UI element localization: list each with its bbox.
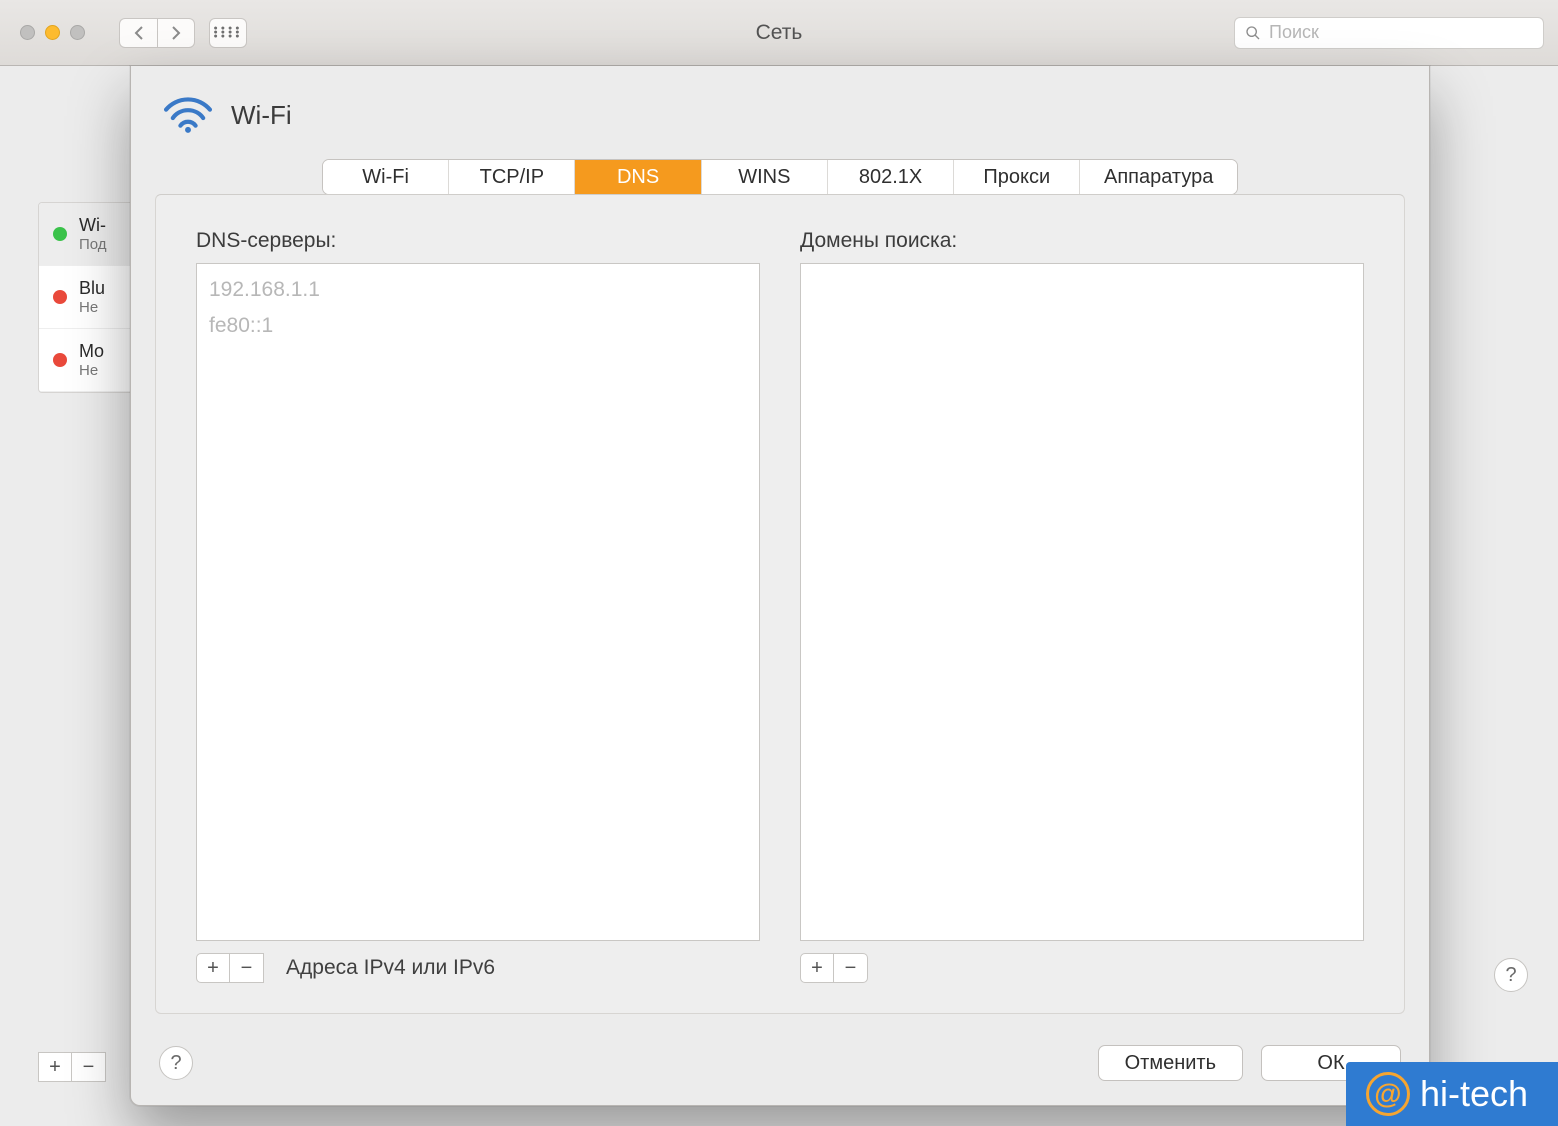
search-field[interactable] — [1234, 17, 1544, 49]
sidebar-item-name: Blu — [79, 278, 105, 299]
status-dot-icon — [53, 290, 67, 304]
dns-servers-controls: + − Адреса IPv4 или IPv6 — [196, 953, 760, 983]
dns-server-entry[interactable]: fe80::1 — [209, 308, 747, 344]
status-dot-icon — [53, 227, 67, 241]
sidebar-item-sub: Не — [79, 299, 105, 316]
minimize-window-button[interactable] — [45, 25, 60, 40]
sidebar-item-name: Wi- — [79, 215, 107, 236]
tab-wifi[interactable]: Wi-Fi — [323, 160, 449, 194]
watermark: @ hi-tech — [1346, 1062, 1558, 1126]
grid-icon: ●●●●●●●●●●●● — [214, 27, 243, 39]
forward-button[interactable] — [157, 18, 195, 48]
dns-servers-hint: Адреса IPv4 или IPv6 — [286, 956, 495, 980]
close-window-button[interactable] — [20, 25, 35, 40]
search-domains-label: Домены поиска: — [800, 229, 1364, 253]
dns-servers-column: DNS-серверы: 192.168.1.1 fe80::1 + − Адр… — [196, 229, 760, 983]
search-domains-column: Домены поиска: + − — [800, 229, 1364, 983]
sidebar-item-sub: Под — [79, 236, 107, 253]
watermark-text: hi-tech — [1420, 1073, 1528, 1115]
tab-hardware[interactable]: Аппаратура — [1080, 160, 1237, 194]
chevron-left-icon — [133, 25, 145, 41]
zoom-window-button[interactable] — [70, 25, 85, 40]
at-icon: @ — [1366, 1072, 1410, 1116]
add-interface-button[interactable]: + — [38, 1052, 72, 1082]
dns-panel: DNS-серверы: 192.168.1.1 fe80::1 + − Адр… — [155, 194, 1405, 1014]
show-all-prefs-button[interactable]: ●●●●●●●●●●●● — [209, 18, 247, 48]
cancel-button[interactable]: Отменить — [1098, 1045, 1243, 1081]
chevron-right-icon — [170, 25, 182, 41]
tab-tcpip[interactable]: TCP/IP — [449, 160, 575, 194]
main-help-button[interactable]: ? — [1494, 958, 1528, 992]
tab-proxies[interactable]: Прокси — [954, 160, 1080, 194]
wifi-icon — [161, 92, 215, 139]
back-button[interactable] — [119, 18, 157, 48]
remove-dns-server-button[interactable]: − — [230, 953, 264, 983]
window-traffic-lights — [20, 25, 85, 40]
sidebar-add-remove: + − — [38, 1052, 106, 1082]
tab-dns[interactable]: DNS — [575, 160, 701, 194]
dns-server-entry[interactable]: 192.168.1.1 — [209, 272, 747, 308]
dns-servers-label: DNS-серверы: — [196, 229, 760, 253]
dns-servers-list[interactable]: 192.168.1.1 fe80::1 — [196, 263, 760, 941]
window-toolbar: ●●●●●●●●●●●● Сеть — [0, 0, 1558, 66]
sheet-footer: ? Отменить ОК — [131, 1021, 1429, 1105]
sidebar-item-sub: Не — [79, 362, 104, 379]
sheet-header: Wi-Fi — [131, 66, 1429, 145]
advanced-tabbar: Wi-Fi TCP/IP DNS WINS 802.1X Прокси Аппа… — [322, 159, 1238, 195]
tab-wins[interactable]: WINS — [702, 160, 828, 194]
search-input[interactable] — [1269, 22, 1533, 43]
remove-interface-button[interactable]: − — [72, 1052, 106, 1082]
search-domains-list[interactable] — [800, 263, 1364, 941]
search-icon — [1245, 25, 1261, 41]
status-dot-icon — [53, 353, 67, 367]
sheet-title: Wi-Fi — [231, 100, 292, 131]
tab-8021x[interactable]: 802.1X — [828, 160, 954, 194]
help-button[interactable]: ? — [159, 1046, 193, 1080]
nav-back-forward — [119, 18, 195, 48]
add-search-domain-button[interactable]: + — [800, 953, 834, 983]
search-domains-controls: + − — [800, 953, 1364, 983]
remove-search-domain-button[interactable]: − — [834, 953, 868, 983]
add-dns-server-button[interactable]: + — [196, 953, 230, 983]
wifi-advanced-sheet: Wi-Fi Wi-Fi TCP/IP DNS WINS 802.1X Прокс… — [130, 66, 1430, 1106]
sidebar-item-name: Mo — [79, 341, 104, 362]
